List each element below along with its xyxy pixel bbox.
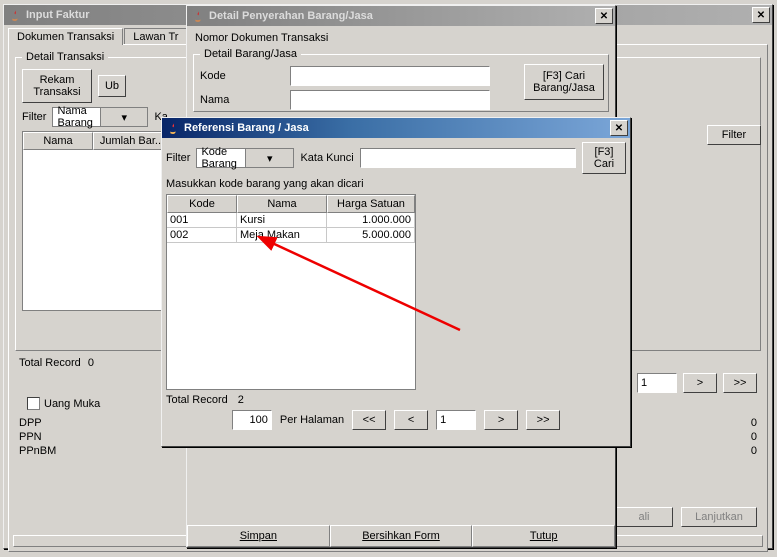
java-icon	[191, 9, 205, 23]
col-jumlah[interactable]: Jumlah Bar...	[93, 132, 171, 150]
col-kode[interactable]: Kode	[167, 195, 237, 213]
detail-barang-group: Detail Barang/Jasa Kode [F3] Cari Barang…	[193, 48, 609, 112]
table-row[interactable]: 002Meja Makan5.000.000	[167, 228, 415, 243]
ppn-label: PPN	[19, 431, 79, 443]
bottom-left-button[interactable]: ali	[615, 507, 673, 527]
nav-next-button[interactable]: >	[484, 410, 518, 430]
tutup-button[interactable]: Tutup	[472, 525, 615, 547]
nav-prev-button[interactable]: <	[394, 410, 428, 430]
chevron-down-icon[interactable]: ▾	[245, 149, 294, 167]
ref-window: Referensi Barang / Jasa ✕ Filter Kode Ba…	[161, 117, 631, 447]
kata-kunci-input[interactable]	[360, 148, 576, 168]
chevron-down-icon[interactable]: ▾	[100, 108, 148, 126]
ubah-button[interactable]: Ub	[98, 75, 126, 97]
filter-select[interactable]: Nama Barang ▾	[52, 107, 148, 127]
checkbox-box	[27, 397, 40, 410]
filter-select-value: Nama Barang	[53, 105, 100, 129]
f3-cari-button[interactable]: [F3] Cari	[582, 142, 626, 174]
nav-page-input[interactable]	[436, 410, 476, 430]
f3-cari-barang-button[interactable]: [F3] Cari Barang/Jasa	[524, 64, 604, 100]
cell-harga: 1.000.000	[327, 213, 415, 228]
lanjutkan-button[interactable]: Lanjutkan	[681, 507, 757, 527]
close-icon[interactable]: ✕	[752, 7, 770, 23]
col-nama[interactable]: Nama	[23, 132, 93, 150]
ref-filter-select[interactable]: Kode Barang ▾	[196, 148, 294, 168]
nama-label: Nama	[200, 94, 284, 106]
ref-total-record-value: 2	[238, 394, 244, 406]
ref-filter-value: Kode Barang	[197, 146, 245, 170]
ref-title: Referensi Barang / Jasa	[184, 122, 610, 134]
tab-dokumen-transaksi[interactable]: Dokumen Transaksi	[8, 28, 123, 45]
main-total-record-label: Total Record	[19, 357, 81, 369]
filter-button[interactable]: Filter	[707, 125, 761, 145]
rekam-transaksi-button[interactable]: Rekam Transaksi	[22, 69, 92, 103]
nav-last-button[interactable]: >>	[526, 410, 560, 430]
ref-total-record-label: Total Record	[166, 394, 228, 406]
detail-barang-legend: Detail Barang/Jasa	[200, 48, 301, 60]
nav-first-button[interactable]: <<	[352, 410, 386, 430]
close-icon[interactable]: ✕	[610, 120, 628, 136]
ref-filter-label: Filter	[166, 152, 190, 164]
nomor-label: Nomor Dokumen Transaksi	[195, 32, 611, 44]
main-page-input[interactable]	[637, 373, 677, 393]
kode-label: Kode	[200, 70, 284, 82]
ppnbm-value: 0	[751, 445, 757, 457]
bersihkan-button[interactable]: Bersihkan Form	[330, 525, 473, 547]
ref-instruction: Masukkan kode barang yang akan dicari	[166, 178, 626, 190]
per-halaman-label: Per Halaman	[280, 414, 344, 426]
filter-label: Filter	[22, 111, 46, 123]
kode-input[interactable]	[290, 66, 490, 86]
cell-kode: 001	[167, 213, 237, 228]
detail-transaksi-legend: Detail Transaksi	[22, 51, 108, 63]
detail-title: Detail Penyerahan Barang/Jasa	[209, 10, 595, 22]
java-icon	[166, 121, 180, 135]
detail-bottom-buttons: Simpan Bersihkan Form Tutup	[187, 525, 615, 547]
cell-nama: Meja Makan	[237, 228, 327, 243]
close-icon[interactable]: ✕	[595, 8, 613, 24]
ref-titlebar: Referensi Barang / Jasa ✕	[162, 118, 630, 138]
ref-table: Kode Nama Harga Satuan 001Kursi1.000.000…	[166, 194, 416, 390]
uang-muka-checkbox[interactable]: Uang Muka	[27, 397, 100, 410]
table-row[interactable]: 001Kursi1.000.000	[167, 213, 415, 228]
nama-input[interactable]	[290, 90, 490, 110]
col-harga[interactable]: Harga Satuan	[327, 195, 415, 213]
ppn-value: 0	[751, 431, 757, 443]
main-last-button[interactable]: >>	[723, 373, 757, 393]
cell-kode: 002	[167, 228, 237, 243]
java-icon	[8, 8, 22, 22]
detail-titlebar: Detail Penyerahan Barang/Jasa ✕	[187, 6, 615, 26]
cell-nama: Kursi	[237, 213, 327, 228]
main-total-record-value: 0	[88, 357, 94, 369]
cell-harga: 5.000.000	[327, 228, 415, 243]
kata-kunci-label: Kata Kunci	[300, 152, 353, 164]
uang-muka-label: Uang Muka	[44, 398, 100, 410]
dpp-value: 0	[751, 417, 757, 429]
dpp-label: DPP	[19, 417, 79, 429]
simpan-button[interactable]: Simpan	[187, 525, 330, 547]
ppnbm-label: PPnBM	[19, 445, 79, 457]
per-halaman-input[interactable]	[232, 410, 272, 430]
tab-lawan-tr[interactable]: Lawan Tr	[124, 28, 187, 45]
main-next-button[interactable]: >	[683, 373, 717, 393]
main-table: Nama Jumlah Bar...	[22, 131, 172, 311]
col-nama[interactable]: Nama	[237, 195, 327, 213]
